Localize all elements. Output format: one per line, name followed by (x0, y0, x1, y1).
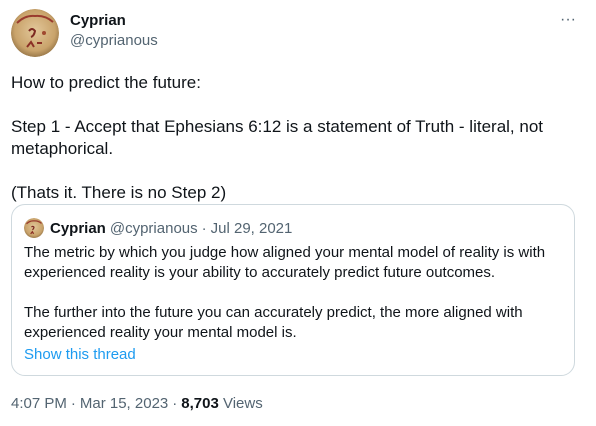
avatar-image (11, 9, 59, 57)
author-avatar[interactable] (11, 9, 59, 57)
quoted-tweet[interactable]: Cyprian @cyprianous · Jul 29, 2021 The m… (11, 204, 575, 376)
tweet-paragraph: (Thats it. There is no Step 2) (11, 183, 227, 202)
views-count[interactable]: 8,703 (181, 395, 219, 412)
tweet-time[interactable]: 4:07 PM (11, 395, 67, 412)
author-handle[interactable]: @cyprianous (70, 31, 158, 51)
quoted-author-handle[interactable]: @cyprianous (110, 220, 198, 237)
quoted-author-display-name[interactable]: Cyprian (50, 220, 106, 237)
quoted-tweet-date[interactable]: Jul 29, 2021 (211, 220, 293, 237)
tweet-meta: 4:07 PM · Mar 15, 2023 · 8,703 Views (11, 394, 263, 414)
avatar-image (24, 218, 44, 238)
more-icon[interactable]: ··· (553, 10, 583, 32)
tweet-paragraph: Step 1 - Accept that Ephesians 6:12 is a… (11, 117, 544, 158)
tweet-date[interactable]: Mar 15, 2023 (80, 395, 168, 412)
quoted-tweet-text: The metric by which you judge how aligne… (24, 243, 564, 343)
views-label: Views (222, 395, 263, 412)
separator-dot: · (201, 219, 207, 237)
tweet: Cyprian @cyprianous ··· How to predict t… (0, 0, 596, 426)
tweet-paragraph: How to predict the future: (11, 73, 201, 92)
quoted-tweet-paragraph: The metric by which you judge how aligne… (24, 244, 546, 281)
quoted-author-avatar[interactable] (24, 218, 44, 238)
tweet-text: How to predict the future: Step 1 - Acce… (11, 72, 581, 204)
show-thread-link[interactable]: Show this thread (24, 345, 136, 365)
quoted-tweet-paragraph: The further into the future you can accu… (24, 304, 523, 341)
separator-dot: · (70, 395, 76, 412)
author-display-name[interactable]: Cyprian (70, 11, 126, 31)
separator-dot: · (172, 395, 178, 412)
quoted-tweet-header: Cyprian @cyprianous · Jul 29, 2021 (24, 218, 292, 238)
